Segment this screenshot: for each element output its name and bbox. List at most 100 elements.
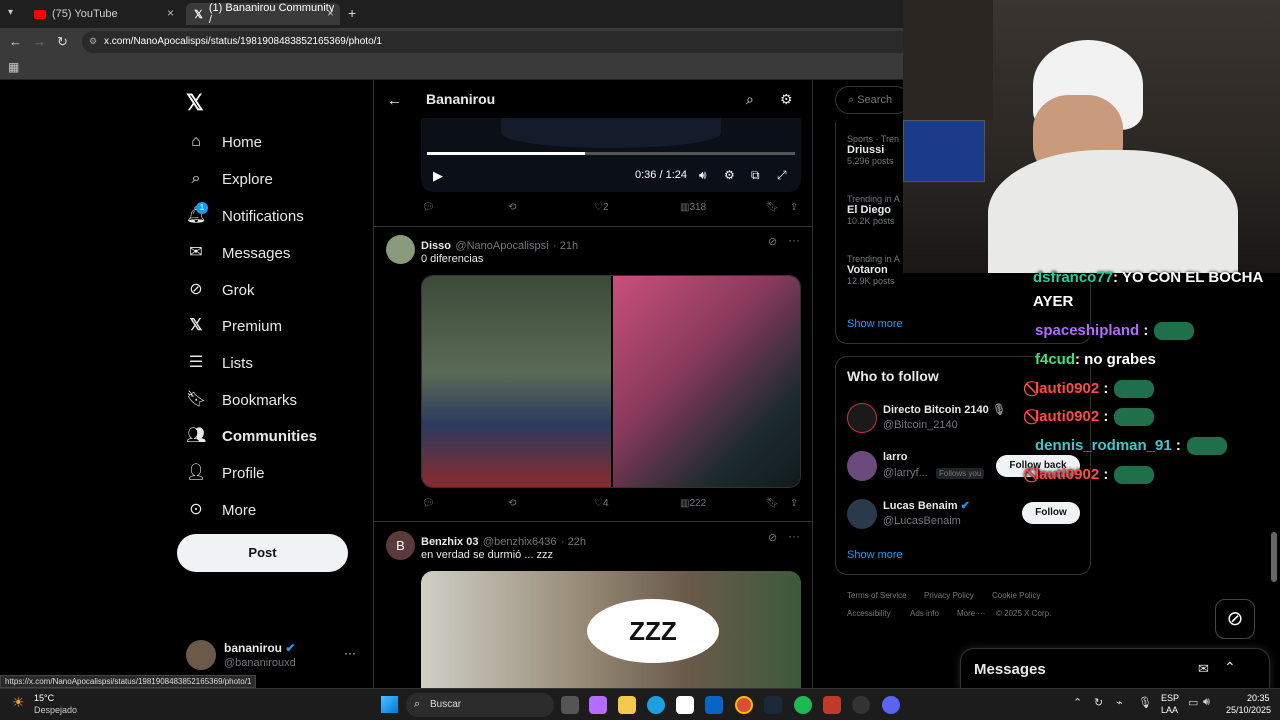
nav-lists[interactable]: ☰ Lists <box>186 348 253 378</box>
volume-icon[interactable]: 🔊︎ <box>1203 696 1210 709</box>
back-arrow-icon[interactable]: ← <box>387 92 402 109</box>
pip-icon[interactable]: ⧉ <box>751 168 760 183</box>
reload-icon[interactable]: ↻ <box>57 34 68 50</box>
account-avatar[interactable] <box>186 640 216 670</box>
trend-item[interactable]: Sports · Tren Driussi 5,296 posts <box>847 134 899 166</box>
tab-youtube[interactable]: (75) YouTube × <box>26 3 180 25</box>
spotify-icon[interactable] <box>794 696 812 714</box>
footer-link[interactable]: Accessibility <box>847 609 891 618</box>
like-button[interactable]: ♡ 2 <box>594 202 609 213</box>
grok-icon[interactable]: ⊘ <box>768 531 777 544</box>
share-icon[interactable]: ⇪ <box>790 498 798 509</box>
store-icon[interactable] <box>676 696 694 714</box>
grok-float-button[interactable]: ⊘ <box>1215 599 1255 639</box>
views-count[interactable]: ▥ 318 <box>680 202 706 213</box>
nav-communities[interactable]: 👥︎ Communities <box>186 421 317 451</box>
fullscreen-icon[interactable]: ⤢ <box>777 168 787 183</box>
clock-time[interactable]: 20:35 <box>1247 693 1270 703</box>
file-explorer-icon[interactable] <box>618 696 636 714</box>
close-icon[interactable]: × <box>167 6 174 20</box>
photo-left[interactable] <box>422 276 611 487</box>
display-icon[interactable]: ▭ <box>1188 696 1198 709</box>
weather-icon[interactable]: ☀ <box>12 694 25 711</box>
nav-home[interactable]: ⌂ Home <box>186 127 262 157</box>
tray-chevron-icon[interactable]: ⌃ <box>1073 696 1082 709</box>
close-icon[interactable]: × <box>327 6 334 20</box>
video-settings-icon[interactable]: ⚙ <box>724 168 735 182</box>
volume-icon[interactable]: 🔊︎ <box>699 168 707 183</box>
nav-premium[interactable]: 𝕏 Premium <box>186 311 282 341</box>
nav-grok[interactable]: ⊘ Grok <box>186 275 254 305</box>
retweet-icon[interactable]: ⟲ <box>508 202 516 213</box>
grok-icon[interactable]: ⊘ <box>768 235 777 248</box>
trend-item[interactable]: Trending in A El Diego 10.2K posts <box>847 194 900 226</box>
task-view-icon[interactable] <box>561 696 579 714</box>
nav-bookmarks[interactable]: 🔖︎ Bookmarks <box>186 385 297 415</box>
taskbar-search[interactable]: ⌕ Buscar <box>406 693 554 717</box>
tweet-more-icon[interactable]: ··· <box>788 529 800 543</box>
x-logo-icon[interactable]: 𝕏 <box>186 90 204 116</box>
avatar[interactable] <box>847 451 877 481</box>
site-info-icon[interactable]: ⚙ <box>89 36 97 47</box>
avatar[interactable] <box>847 499 877 529</box>
expand-icon[interactable]: ⌃ <box>1224 659 1236 676</box>
follow-button[interactable]: Follow <box>1022 502 1080 524</box>
video-player[interactable]: ▶ 0:36 / 1:24 🔊︎ ⚙ ⧉ ⤢ <box>421 118 801 192</box>
tab-list-chevron-icon[interactable]: ▾ <box>8 7 13 18</box>
account-more-icon[interactable]: ··· <box>344 646 356 660</box>
edge-icon[interactable] <box>647 696 665 714</box>
streaming-app-icon[interactable] <box>823 696 841 714</box>
trend-item[interactable]: Trending in A Votaron 12.9K posts <box>847 254 900 286</box>
video-progress-track[interactable] <box>427 152 795 155</box>
nav-profile[interactable]: 👤︎ Profile <box>186 458 265 488</box>
new-tab-button[interactable]: + <box>348 5 356 21</box>
footer-link[interactable]: Cookie Policy <box>992 591 1040 600</box>
tweet-avatar[interactable] <box>386 235 415 264</box>
microphone-icon[interactable]: 🎙︎ <box>1138 696 1152 709</box>
views-count[interactable]: ▥ 222 <box>680 498 706 509</box>
messages-drawer[interactable]: Messages ✉ ⌃ <box>960 648 1270 690</box>
reply-icon[interactable]: 💬︎ <box>422 202 435 213</box>
chrome-icon[interactable] <box>735 696 753 714</box>
wtf-name[interactable]: larro <box>883 451 907 463</box>
post-button[interactable]: Post <box>177 534 348 572</box>
weather-temp[interactable]: 15°C <box>34 693 54 703</box>
tweet-avatar[interactable]: B <box>386 531 415 560</box>
nav-explore[interactable]: ⌕ Explore <box>186 164 273 194</box>
discord-icon[interactable] <box>882 696 900 714</box>
language-indicator[interactable]: ESP <box>1161 693 1179 703</box>
show-more-link[interactable]: Show more <box>847 318 903 330</box>
nav-messages[interactable]: ✉ Messages <box>186 238 290 268</box>
bookmark-icon[interactable]: 🔖︎ <box>766 202 779 213</box>
bookmark-icon[interactable]: 🔖︎ <box>766 498 779 509</box>
nav-notifications[interactable]: 🔔︎ 1 Notifications <box>186 201 304 231</box>
outlook-icon[interactable] <box>705 696 723 714</box>
wtf-name[interactable]: Lucas Benaim ✔ <box>883 499 970 512</box>
show-more-link[interactable]: Show more <box>847 549 903 561</box>
footer-link[interactable]: Privacy Policy <box>924 591 974 600</box>
wtf-name[interactable]: Directo Bitcoin 2140 🎙︎ <box>883 403 1006 416</box>
back-arrow-icon[interactable]: ← <box>9 34 22 49</box>
copilot-icon[interactable] <box>589 696 607 714</box>
footer-link[interactable]: Ads info <box>910 609 939 618</box>
tab-x-community[interactable]: 𝕏 (1) Bananirou Community / × <box>186 2 340 26</box>
tweet-media[interactable]: ZZZ <box>421 571 801 690</box>
footer-link[interactable]: Terms of Service <box>847 591 907 600</box>
account-name[interactable]: bananirou ✔ <box>224 641 295 655</box>
url-input[interactable]: ⚙ x.com/NanoApocalispsi/status/198190848… <box>82 31 922 53</box>
search-icon[interactable]: ⌕ <box>746 91 754 108</box>
windows-start-icon[interactable] <box>381 696 398 713</box>
network-icon[interactable]: ⌁ <box>1116 696 1123 709</box>
steam-icon[interactable] <box>764 696 782 714</box>
forward-arrow-icon[interactable]: → <box>33 34 46 49</box>
settings-gear-icon[interactable]: ⚙ <box>780 91 793 108</box>
nav-more[interactable]: ⊙ More <box>186 495 256 525</box>
play-icon[interactable]: ▶ <box>433 168 443 184</box>
like-button[interactable]: ♡ 4 <box>594 498 609 509</box>
sync-icon[interactable]: ↻ <box>1094 696 1103 709</box>
tweet-more-icon[interactable]: ··· <box>788 233 800 247</box>
obs-icon[interactable] <box>852 696 870 714</box>
footer-link[interactable]: More ··· <box>957 609 985 618</box>
photo-right[interactable] <box>613 276 800 487</box>
share-icon[interactable]: ⇪ <box>790 202 798 213</box>
